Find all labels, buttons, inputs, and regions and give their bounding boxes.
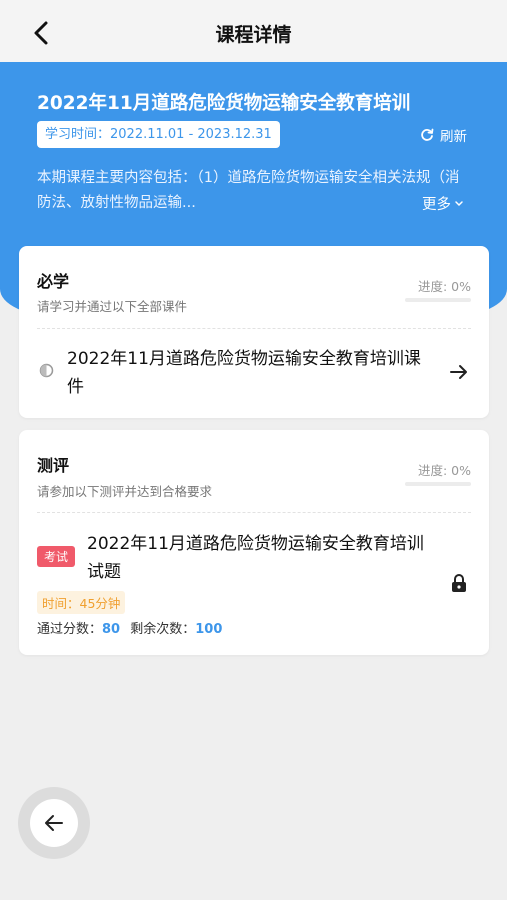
pass-score-label: 通过分数： — [37, 622, 103, 637]
section-subtitle: 请学习并通过以下全部课件 — [37, 299, 188, 314]
divider — [37, 512, 471, 513]
half-circle-status-icon — [39, 363, 54, 378]
remaining-value: 100 — [195, 622, 223, 637]
courseware-item[interactable]: 2022年11月道路危险货物运输安全教育培训课件 — [67, 345, 427, 401]
top-bar: 课程详情 — [0, 0, 507, 62]
exam-time-badge: 时间：45分钟 — [37, 591, 126, 614]
required-section: 必学 请学习并通过以下全部课件 进度: 0% 2022年11月道路危险货物运输安… — [19, 246, 489, 418]
progress-label: 进度: 0% — [417, 279, 471, 294]
exam-item[interactable]: 2022年11月道路危险货物运输安全教育培训试题 — [87, 530, 437, 586]
progress-label: 进度: 0% — [417, 463, 471, 478]
exam-requirements: 通过分数：80 剩余次数：100 — [37, 618, 222, 637]
floating-back-button[interactable] — [18, 787, 90, 859]
refresh-icon — [421, 128, 434, 141]
more-button[interactable]: 更多 — [422, 193, 464, 214]
study-time-badge: 学习时间：2022.11.01 - 2023.12.31 — [37, 121, 280, 148]
progress-bar — [405, 298, 471, 302]
chevron-down-icon — [455, 200, 463, 206]
exam-tag: 考试 — [37, 546, 76, 567]
refresh-button[interactable]: 刷新 — [420, 125, 467, 145]
floating-back-circle[interactable] — [30, 799, 78, 847]
remaining-label: 剩余次数： — [130, 622, 196, 637]
divider — [37, 328, 471, 329]
arrow-left-icon — [45, 815, 63, 831]
course-title: 2022年11月道路危险货物运输安全教育培训 — [37, 93, 411, 114]
progress-bar — [405, 482, 471, 486]
page-title: 课程详情 — [215, 24, 292, 46]
more-label: 更多 — [422, 197, 451, 213]
refresh-label: 刷新 — [440, 129, 467, 145]
assessment-section: 测评 请参加以下测评并达到合格要求 进度: 0% 考试 2022年11月道路危险… — [19, 430, 489, 655]
lock-icon — [452, 574, 466, 592]
section-title: 测评 — [37, 456, 70, 475]
pass-score-value: 80 — [102, 622, 121, 637]
section-subtitle: 请参加以下测评并达到合格要求 — [37, 484, 213, 499]
section-title: 必学 — [37, 272, 70, 291]
arrow-right-icon[interactable] — [449, 364, 469, 380]
course-description: 本期课程主要内容包括：（1）道路危险货物运输安全相关法规（消防法、放射性物品运输… — [37, 170, 460, 211]
